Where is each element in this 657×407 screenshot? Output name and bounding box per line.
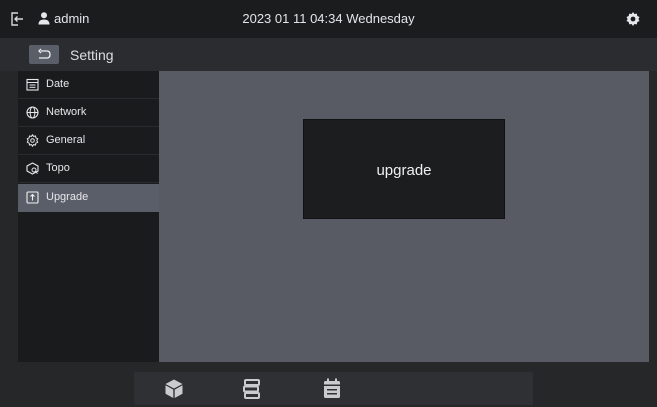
cube-icon[interactable] [164, 378, 184, 399]
sidebar-item-upgrade[interactable]: Upgrade [18, 184, 159, 212]
globe-icon [26, 106, 39, 119]
gear-icon[interactable] [625, 11, 641, 27]
sidebar-item-label: Network [46, 106, 87, 118]
gear-icon [26, 134, 39, 147]
top-bar: admin 2023 01 11 04:34 Wednesday [0, 0, 657, 38]
page-title: Setting [70, 47, 114, 63]
sidebar-item-label: Date [46, 78, 70, 90]
sidebar-item-label: Upgrade [46, 191, 89, 203]
datetime-display: 2023 01 11 04:34 Wednesday [242, 11, 415, 26]
upgrade-dialog[interactable]: upgrade [303, 119, 505, 219]
server-stack-icon[interactable] [242, 378, 262, 399]
calendar-icon [26, 78, 39, 91]
back-button[interactable] [29, 45, 59, 64]
upgrade-dialog-text: upgrade [376, 162, 432, 179]
sidebar-item-date[interactable]: Date [18, 71, 159, 99]
sidebar-item-network[interactable]: Network [18, 99, 159, 127]
sidebar-item-label: Topo [46, 162, 70, 174]
sidebar-item-topo[interactable]: Topo [18, 155, 159, 183]
sidebar-item-label: General [46, 134, 86, 146]
topology-icon [26, 162, 39, 175]
back-arrow-icon [38, 48, 51, 59]
sidebar-item-general[interactable]: General [18, 127, 159, 155]
schedule-icon[interactable] [322, 378, 342, 399]
settings-sidebar: Date Network General Topo Upgrade [18, 71, 159, 362]
upgrade-icon [26, 191, 39, 204]
